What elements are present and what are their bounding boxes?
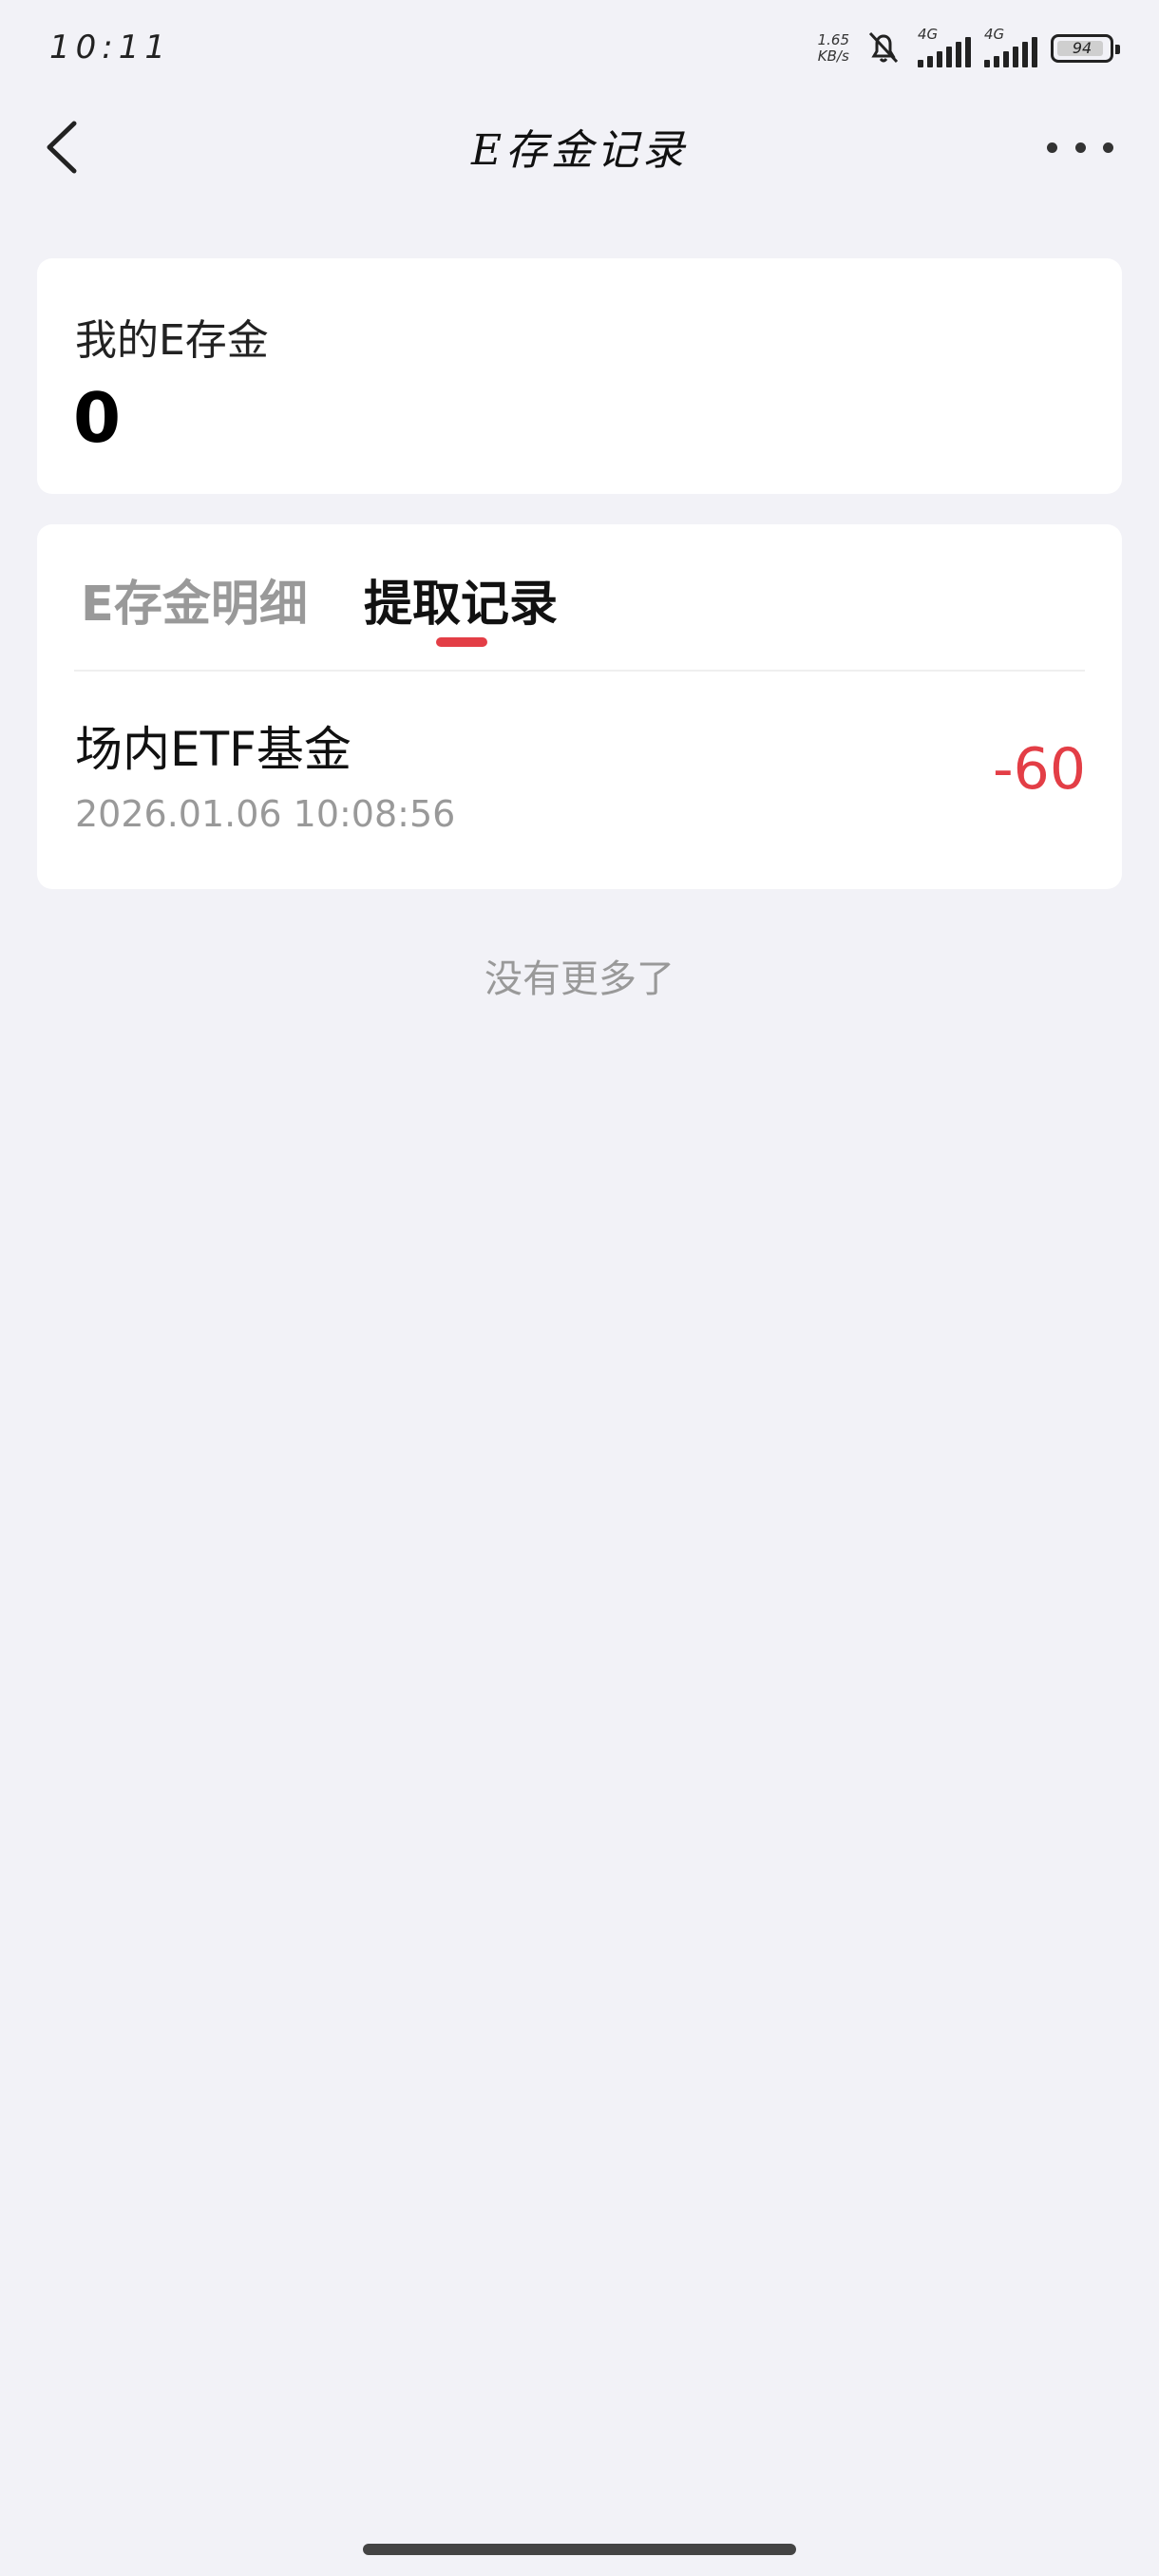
network-speed: 1.65 KB/s (818, 32, 849, 65)
status-bar: 10:11 1.65 KB/s 4G 4G 94 (0, 0, 1159, 95)
status-icons: 1.65 KB/s 4G 4G 94 (818, 26, 1120, 71)
tab-bar: E存金明细 提取记录 (37, 524, 1122, 671)
signal-sim1-icon: 4G (918, 26, 971, 67)
more-button[interactable] (1047, 133, 1113, 161)
records-card: E存金明细 提取记录 场内ETF基金 2026.01.06 10:08:56 -… (37, 524, 1122, 889)
network-speed-value: 1.65 (817, 31, 849, 48)
tab-withdraw-records[interactable]: 提取记录 (364, 564, 558, 635)
tab-e-deposit-detail[interactable]: E存金明细 (81, 564, 308, 635)
record-item[interactable]: 场内ETF基金 2026.01.06 10:08:56 -60 (37, 672, 1122, 889)
balance-card: 我的E存金 0 (37, 258, 1122, 494)
battery-level: 94 (1072, 39, 1092, 57)
battery-icon: 94 (1051, 34, 1120, 63)
balance-label: 我的E存金 (75, 316, 269, 365)
record-amount: -60 (993, 736, 1086, 803)
nav-bar: E存金记录 (0, 95, 1159, 199)
record-title: 场内ETF基金 (75, 722, 352, 777)
sim2-label: 4G (984, 26, 1005, 43)
more-dots-icon (1047, 142, 1057, 153)
active-tab-indicator (436, 637, 487, 647)
home-indicator[interactable] (363, 2544, 796, 2555)
balance-value: 0 (73, 378, 122, 458)
no-more-text: 没有更多了 (484, 957, 674, 1001)
status-time: 10:11 (49, 28, 171, 66)
record-time: 2026.01.06 10:08:56 (75, 793, 456, 835)
sim1-label: 4G (918, 26, 939, 43)
mute-bell-icon (863, 26, 904, 71)
page-title: E存金记录 (470, 126, 689, 175)
signal-sim2-icon: 4G (984, 26, 1037, 67)
network-speed-unit: KB/s (817, 47, 849, 65)
